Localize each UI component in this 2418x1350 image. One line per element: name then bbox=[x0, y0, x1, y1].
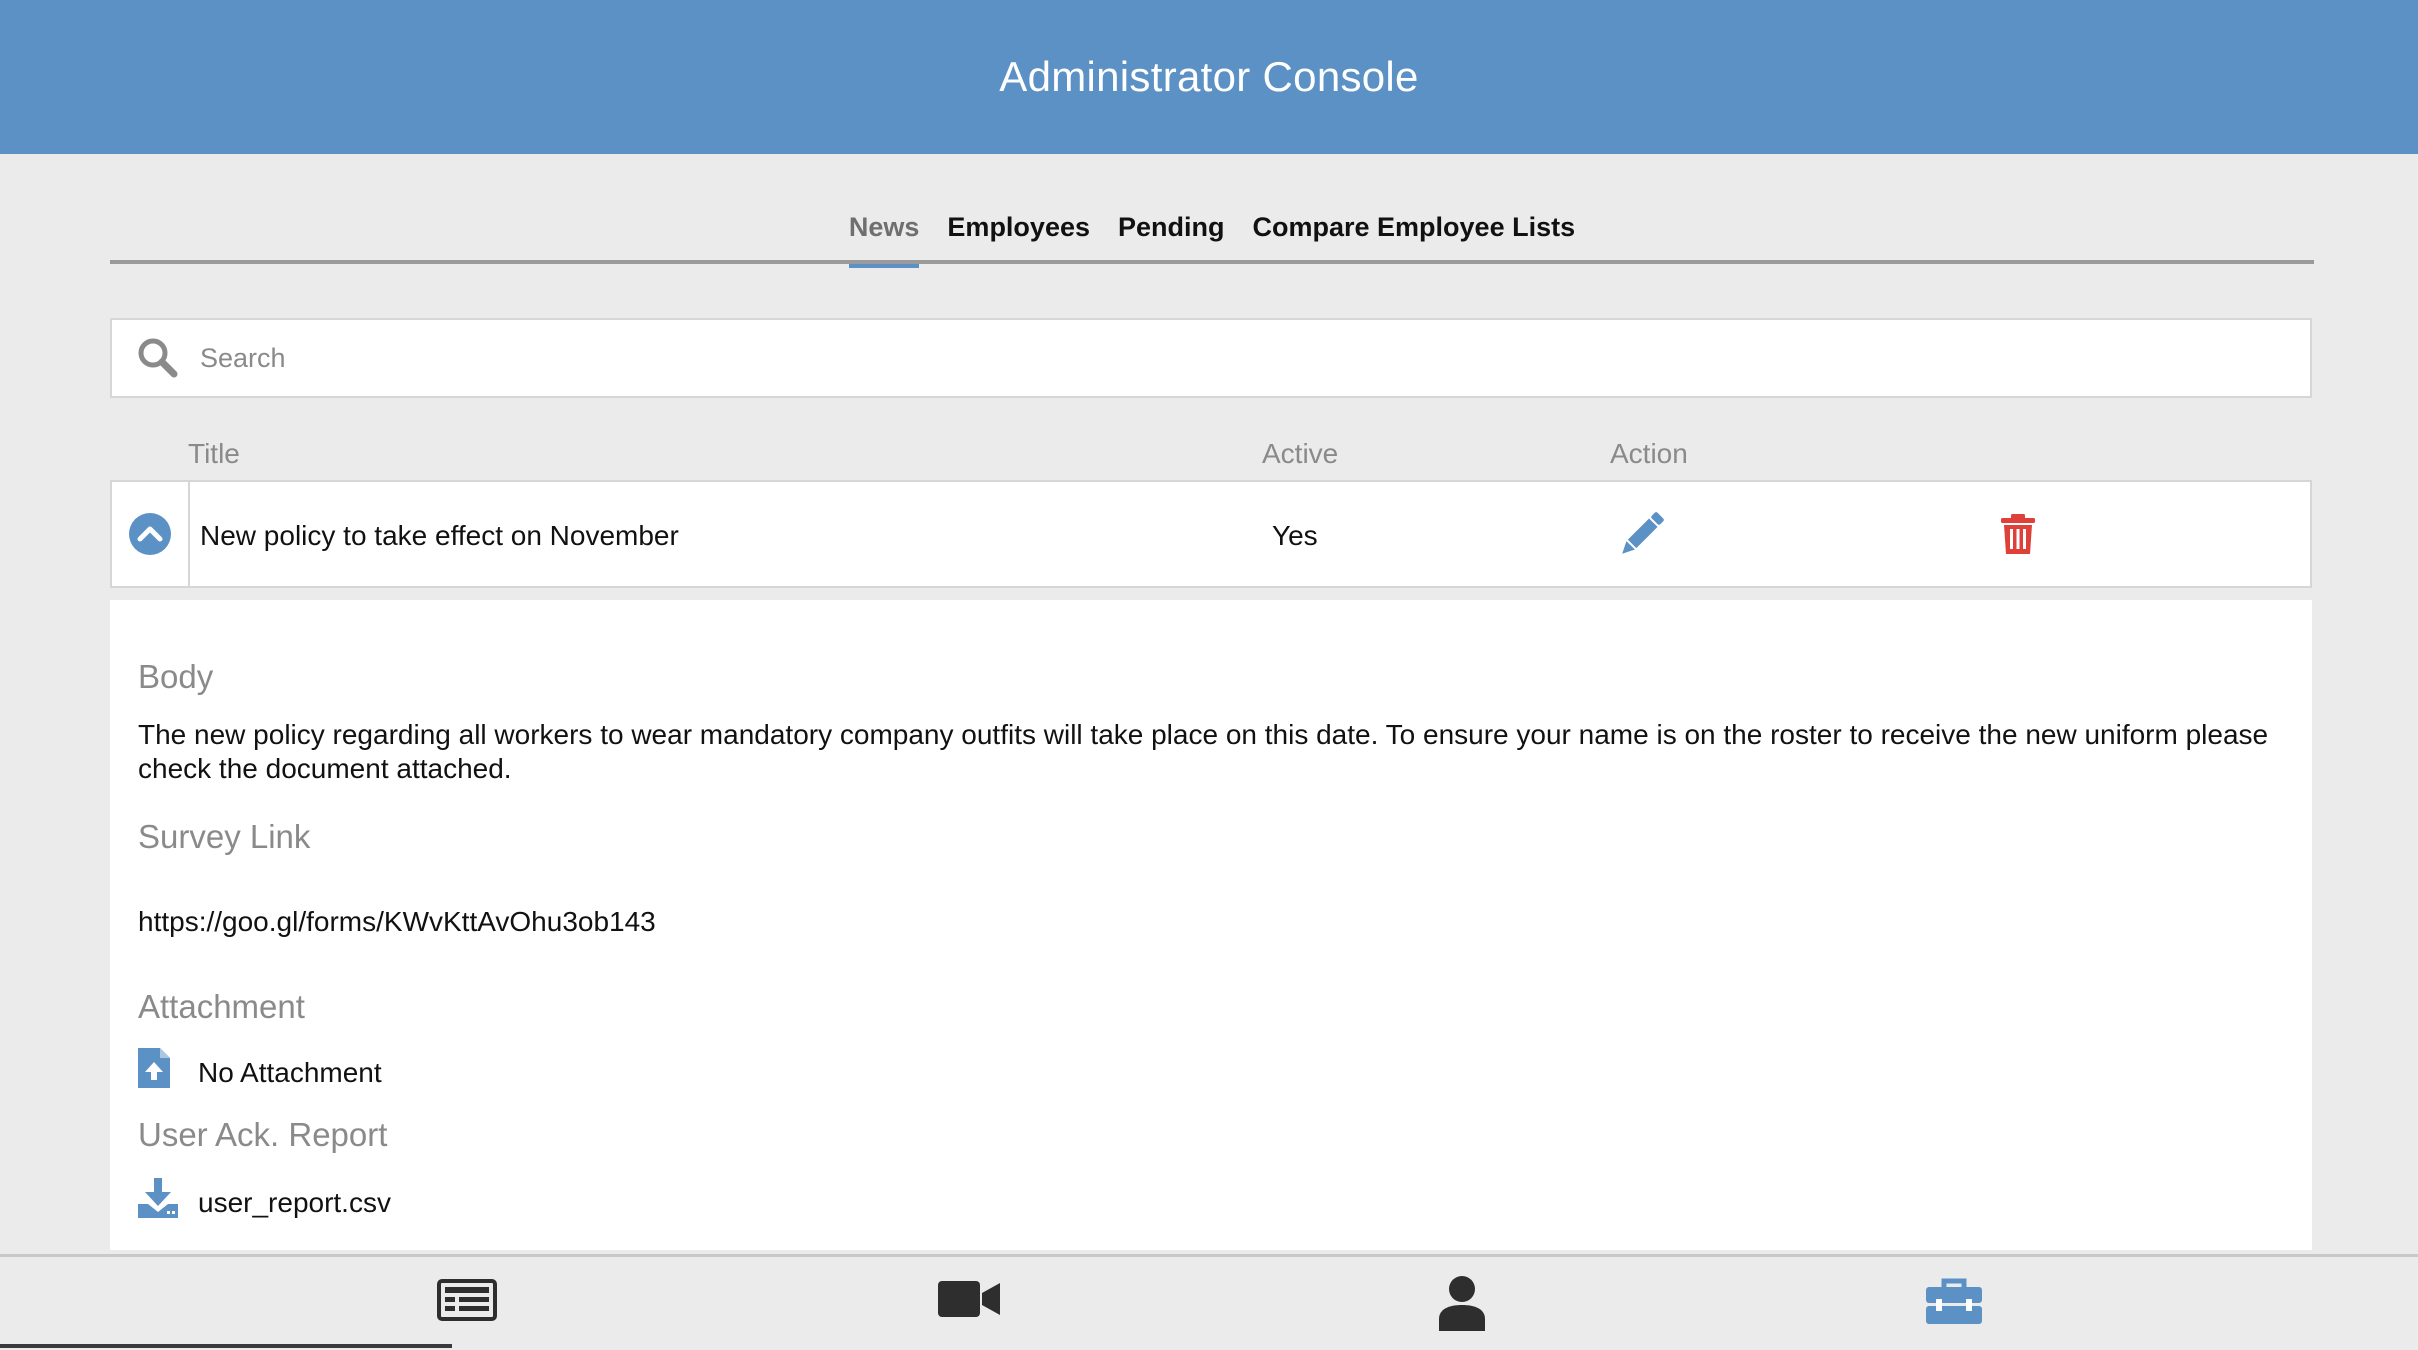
column-header-active: Active bbox=[1262, 438, 1339, 469]
attachment-label: Attachment bbox=[138, 988, 305, 1025]
tab-bar: News Employees Pending Compare Employee … bbox=[110, 200, 2314, 268]
tab-news[interactable]: News bbox=[848, 200, 919, 268]
edit-pencil-icon[interactable] bbox=[1618, 510, 1666, 558]
tab-employees[interactable]: Employees bbox=[947, 200, 1090, 264]
page-title: Administrator Console bbox=[999, 53, 1419, 100]
news-active-value: Yes bbox=[1272, 520, 1318, 551]
search-bar bbox=[110, 318, 2312, 398]
file-upload-icon[interactable] bbox=[138, 1048, 170, 1088]
user-ack-report-label: User Ack. Report bbox=[138, 1116, 388, 1153]
body-label: Body bbox=[138, 658, 214, 695]
download-icon[interactable] bbox=[138, 1178, 178, 1218]
chevron-up-circle-icon[interactable] bbox=[128, 512, 172, 556]
body-text: The new policy regarding all workers to … bbox=[138, 719, 2269, 784]
search-icon bbox=[138, 338, 178, 378]
news-detail-panel: Body The new policy regarding all worker… bbox=[110, 600, 2312, 1250]
toolbox-icon[interactable] bbox=[1926, 1277, 1982, 1325]
bottom-nav bbox=[0, 1254, 2418, 1350]
survey-link-label: Survey Link bbox=[138, 818, 311, 855]
user-icon[interactable] bbox=[1437, 1275, 1487, 1331]
tab-compare-employee-lists[interactable]: Compare Employee Lists bbox=[1253, 200, 1576, 264]
video-camera-icon[interactable] bbox=[938, 1277, 1000, 1321]
survey-link[interactable]: https://goo.gl/forms/KWvKttAvOhu3ob143 bbox=[138, 905, 656, 939]
bottom-edge-strip bbox=[0, 1344, 452, 1348]
table-row: New policy to take effect on November Ye… bbox=[110, 480, 2312, 588]
row-toggle-cell bbox=[112, 482, 190, 586]
search-input[interactable] bbox=[200, 320, 2310, 396]
app-header: Administrator Console bbox=[0, 0, 2418, 154]
trash-icon[interactable] bbox=[1998, 512, 2038, 556]
news-title: New policy to take effect on November bbox=[200, 520, 679, 551]
news-icon[interactable] bbox=[437, 1277, 497, 1321]
tab-pending[interactable]: Pending bbox=[1118, 200, 1225, 264]
attachment-value: No Attachment bbox=[198, 1057, 382, 1088]
column-header-action: Action bbox=[1610, 438, 1688, 469]
user-report-file[interactable]: user_report.csv bbox=[198, 1186, 391, 1220]
column-header-title: Title bbox=[188, 438, 240, 469]
